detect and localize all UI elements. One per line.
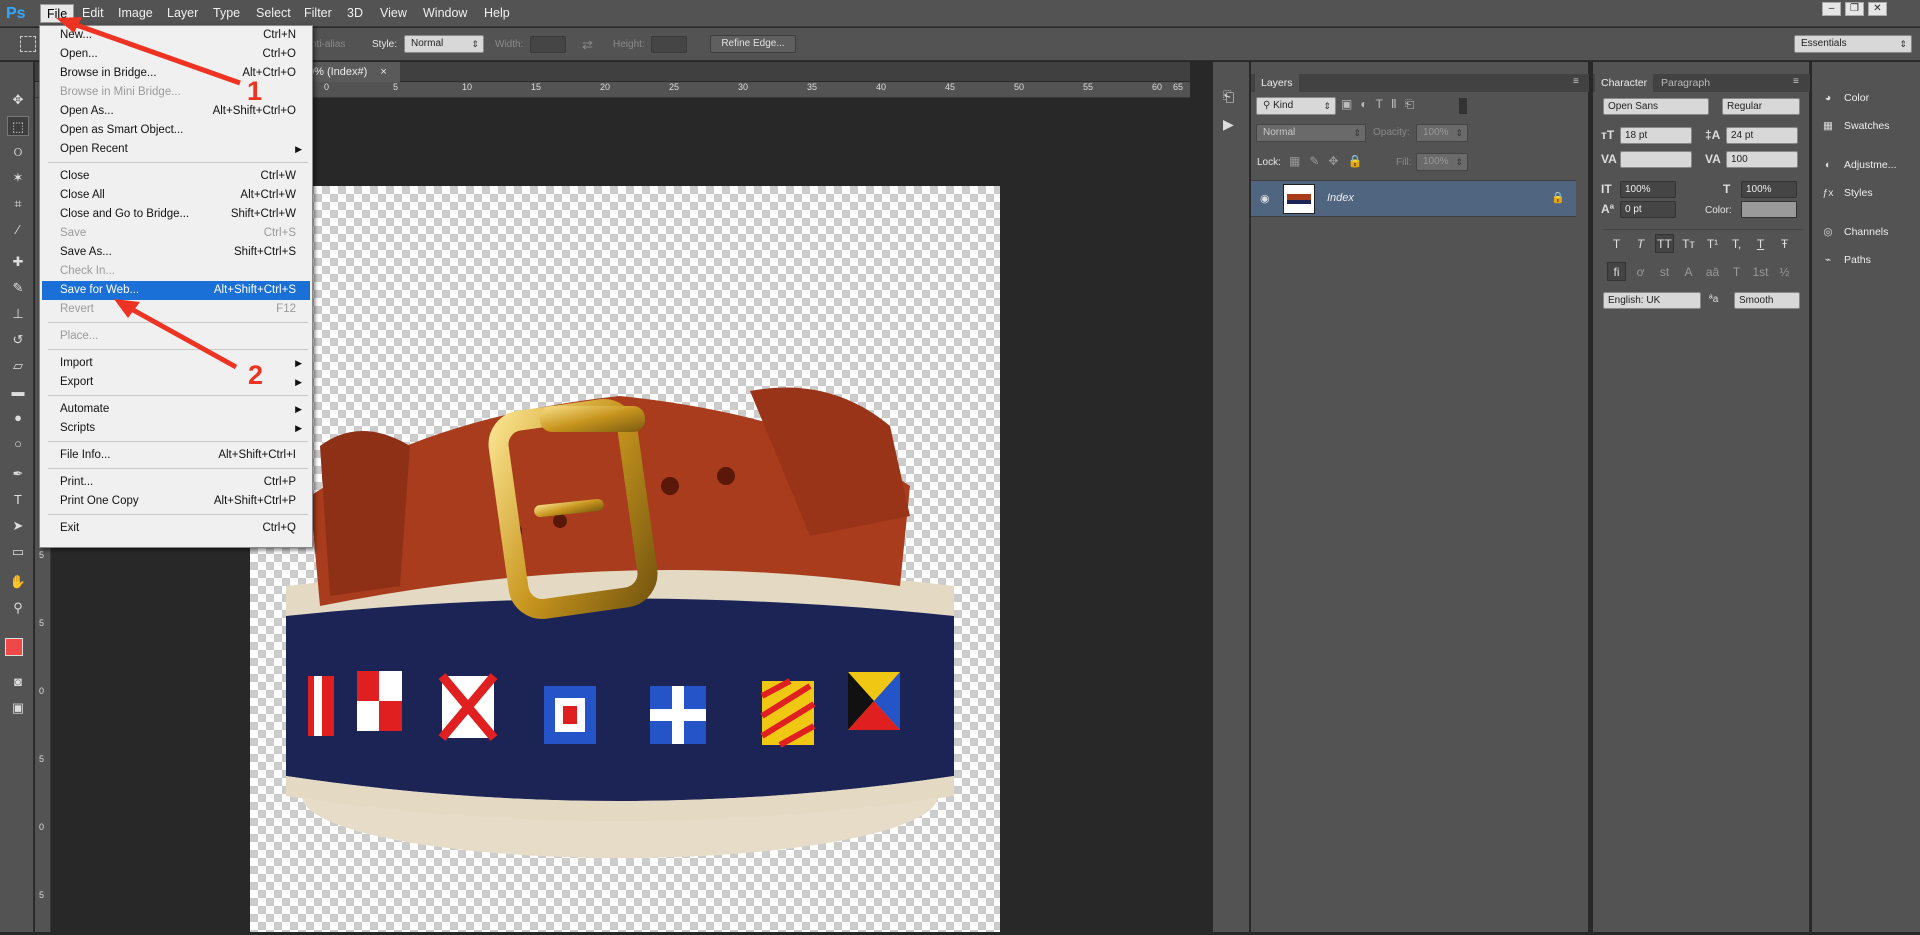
character-tabbar: Character Paragraph ≡ bbox=[1593, 74, 1810, 92]
horizontal-scale-icon: T bbox=[1723, 182, 1731, 196]
dock-styles[interactable]: ƒx Styles bbox=[1820, 183, 1873, 203]
leading-icon: ‡A bbox=[1705, 128, 1721, 142]
language-select[interactable]: English: UK bbox=[1603, 292, 1701, 309]
paths-icon: ⌁ bbox=[1824, 254, 1832, 266]
lock-label: Lock: bbox=[1257, 157, 1281, 168]
collapsed-panel-strip: ⎗ ▶ bbox=[1212, 62, 1250, 932]
fill-input[interactable]: 100% bbox=[1416, 153, 1468, 171]
stylistic-alternates-button[interactable]: A bbox=[1679, 262, 1698, 281]
dock-item-label: Swatches bbox=[1844, 120, 1890, 132]
tracking-input[interactable]: 100 bbox=[1726, 151, 1798, 168]
panel-menu-icon[interactable]: ≡ bbox=[1573, 76, 1579, 87]
annotation-arrow-2 bbox=[124, 303, 238, 370]
leading-input[interactable]: 24 pt bbox=[1726, 127, 1798, 144]
lock-icons[interactable]: ▦✎✥🔒 bbox=[1289, 154, 1371, 168]
tracking-icon: VA bbox=[1705, 152, 1721, 166]
baseline-shift-icon: Aª bbox=[1601, 202, 1615, 216]
layer-row[interactable]: ◉ Index 🔒 bbox=[1251, 180, 1576, 217]
color-icon: ◕ bbox=[1824, 92, 1832, 104]
superscript-button[interactable]: T¹ bbox=[1703, 234, 1722, 253]
dock-paths[interactable]: ⌁ Paths bbox=[1820, 250, 1871, 270]
annotation-step-2: 2 bbox=[248, 360, 264, 390]
titling-alternates-button[interactable]: aā bbox=[1703, 262, 1722, 281]
fill-label: Fill: bbox=[1396, 157, 1412, 168]
channels-icon: ◎ bbox=[1823, 226, 1833, 238]
divider bbox=[1603, 229, 1803, 230]
dock-swatches[interactable]: ▦ Swatches bbox=[1820, 116, 1890, 136]
annotation-arrow-1 bbox=[67, 19, 241, 86]
dock-item-label: Styles bbox=[1844, 187, 1873, 199]
strikethrough-button[interactable]: Ŧ bbox=[1775, 234, 1794, 253]
tab-character[interactable]: Character bbox=[1595, 74, 1654, 92]
antialias-icon: ªa bbox=[1709, 294, 1719, 305]
dock-channels[interactable]: ◎ Channels bbox=[1820, 222, 1888, 242]
subscript-button[interactable]: T, bbox=[1727, 234, 1746, 253]
vertical-scale-input[interactable]: 100% bbox=[1620, 181, 1676, 198]
faux-bold-button[interactable]: T bbox=[1607, 234, 1626, 253]
ligatures-button[interactable]: fi bbox=[1607, 262, 1626, 281]
layer-name[interactable]: Index bbox=[1327, 192, 1354, 204]
filter-kind-label: Kind bbox=[1273, 100, 1294, 111]
layers-tabbar: Layers ≡ bbox=[1251, 74, 1589, 92]
vertical-scale-icon: IT bbox=[1601, 182, 1612, 196]
baseline-shift-input[interactable]: 0 pt bbox=[1620, 201, 1676, 218]
history-icon[interactable]: ⎗ bbox=[1223, 88, 1234, 105]
dock-item-label: Channels bbox=[1844, 226, 1889, 238]
dock-item-label: Adjustme... bbox=[1844, 159, 1897, 171]
search-icon: ⚲ bbox=[1263, 100, 1274, 111]
filter-toggle[interactable] bbox=[1459, 98, 1467, 114]
dock-item-label: Color bbox=[1844, 92, 1870, 104]
arrowhead-2-icon bbox=[114, 299, 140, 318]
font-style-select[interactable]: Regular bbox=[1722, 98, 1800, 115]
font-family-select[interactable]: Open Sans bbox=[1603, 98, 1709, 115]
horizontal-scale-input[interactable]: 100% bbox=[1741, 181, 1797, 198]
swash-button[interactable]: st bbox=[1655, 262, 1674, 281]
panel-menu-icon[interactable]: ≡ bbox=[1793, 76, 1799, 87]
all-caps-button[interactable]: TT bbox=[1655, 234, 1674, 253]
fractions-button[interactable]: ½ bbox=[1775, 262, 1794, 281]
dock-color[interactable]: ◕ Color bbox=[1820, 88, 1869, 108]
opacity-input[interactable]: 100% bbox=[1416, 124, 1468, 142]
filter-kind-select[interactable]: ⚲ Kind bbox=[1256, 97, 1336, 115]
kerning-icon: VA bbox=[1601, 152, 1617, 166]
actions-play-icon[interactable]: ▶ bbox=[1223, 116, 1234, 133]
styles-icon: ƒx bbox=[1822, 187, 1834, 199]
faux-italic-button[interactable]: T bbox=[1631, 234, 1650, 253]
underline-button[interactable]: T bbox=[1751, 234, 1770, 253]
right-panel-dock: ◕ Color ▦ Swatches ◐ Adjustme... ƒx Styles ◎… bbox=[1812, 62, 1920, 932]
blend-mode-select[interactable]: Normal bbox=[1256, 124, 1366, 142]
adjustments-icon: ◐ bbox=[1824, 159, 1832, 171]
dock-item-label: Paths bbox=[1844, 254, 1871, 266]
visibility-eye-icon[interactable]: ◉ bbox=[1260, 192, 1270, 205]
layer-lock-icon: 🔒 bbox=[1551, 192, 1565, 204]
dock-adjustments[interactable]: ◐ Adjustme... bbox=[1820, 155, 1897, 175]
layer-filter-icons[interactable]: ▣◐TⅡ⎗ bbox=[1341, 97, 1422, 112]
character-panel: Character Paragraph ≡ Open Sans Regular … bbox=[1593, 62, 1810, 932]
text-color-swatch[interactable] bbox=[1741, 201, 1797, 218]
antialias-select[interactable]: Smooth bbox=[1734, 292, 1800, 309]
swatches-icon: ▦ bbox=[1823, 120, 1833, 132]
layer-thumbnail bbox=[1283, 184, 1315, 214]
annotation-step-1: 1 bbox=[247, 76, 263, 106]
small-caps-button[interactable]: Tт bbox=[1679, 234, 1698, 253]
discretionary-ligatures-button[interactable]: ơ bbox=[1631, 262, 1650, 281]
opacity-label: Opacity: bbox=[1373, 127, 1410, 138]
kerning-input[interactable] bbox=[1620, 151, 1692, 168]
tab-layers[interactable]: Layers bbox=[1255, 74, 1299, 92]
tab-paragraph[interactable]: Paragraph bbox=[1655, 74, 1716, 92]
font-size-icon: ᴛT bbox=[1601, 128, 1615, 142]
font-size-input[interactable]: 18 pt bbox=[1620, 127, 1692, 144]
ornaments-button[interactable]: T bbox=[1727, 262, 1746, 281]
color-label: Color: bbox=[1705, 205, 1732, 216]
ordinals-button[interactable]: 1st bbox=[1751, 262, 1770, 281]
